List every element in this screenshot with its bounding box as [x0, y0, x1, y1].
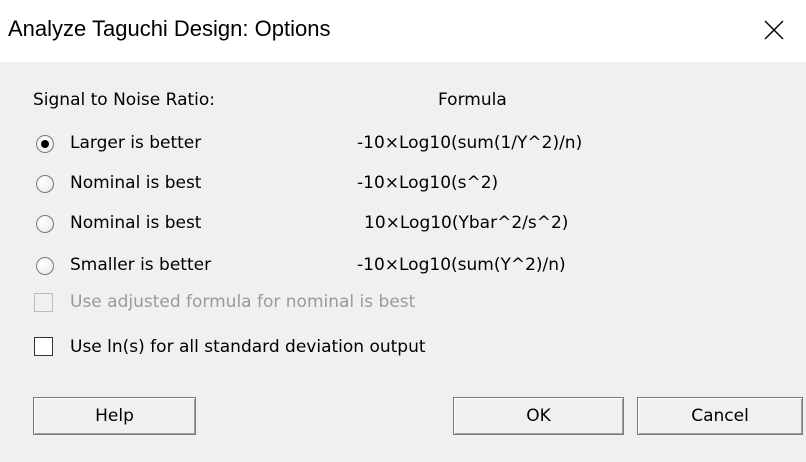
- checkbox-label-adjusted-formula: Use adjusted formula for nominal is best: [70, 292, 416, 312]
- help-button[interactable]: Help: [33, 397, 196, 435]
- formula-smaller-is-better: -10×Log10(sum(Y^2)/n): [357, 255, 566, 275]
- formula-header: Formula: [438, 90, 507, 110]
- dialog-title: Analyze Taguchi Design: Options: [8, 16, 331, 41]
- formula-nominal-is-best-1: -10×Log10(s^2): [357, 173, 499, 193]
- formula-nominal-is-best-2: 10×Log10(Ybar^2/s^2): [364, 213, 569, 233]
- radio-nominal-is-best-1[interactable]: [36, 175, 54, 193]
- checkbox-adjusted-formula[interactable]: [34, 293, 53, 312]
- checkbox-label-use-ln-s[interactable]: Use ln(s) for all standard deviation out…: [70, 337, 426, 357]
- option-label-nominal-is-best-1[interactable]: Nominal is best: [70, 173, 201, 193]
- title-bar: Analyze Taguchi Design: Options: [0, 0, 806, 62]
- radio-nominal-is-best-2[interactable]: [36, 215, 54, 233]
- signal-to-noise-label: Signal to Noise Ratio:: [33, 90, 216, 110]
- cancel-button[interactable]: Cancel: [637, 397, 803, 435]
- option-label-smaller-is-better[interactable]: Smaller is better: [70, 255, 211, 275]
- option-label-nominal-is-best-2[interactable]: Nominal is best: [70, 213, 201, 233]
- ok-button[interactable]: OK: [453, 397, 624, 435]
- radio-smaller-is-better[interactable]: [36, 257, 54, 275]
- close-button[interactable]: [742, 0, 806, 62]
- formula-larger-is-better: -10×Log10(sum(1/Y^2)/n): [357, 133, 583, 153]
- option-label-larger-is-better[interactable]: Larger is better: [70, 133, 201, 153]
- radio-larger-is-better[interactable]: [36, 135, 54, 153]
- checkbox-use-ln-s[interactable]: [34, 337, 53, 356]
- close-icon: [764, 20, 784, 40]
- radio-selected-dot: [41, 140, 49, 148]
